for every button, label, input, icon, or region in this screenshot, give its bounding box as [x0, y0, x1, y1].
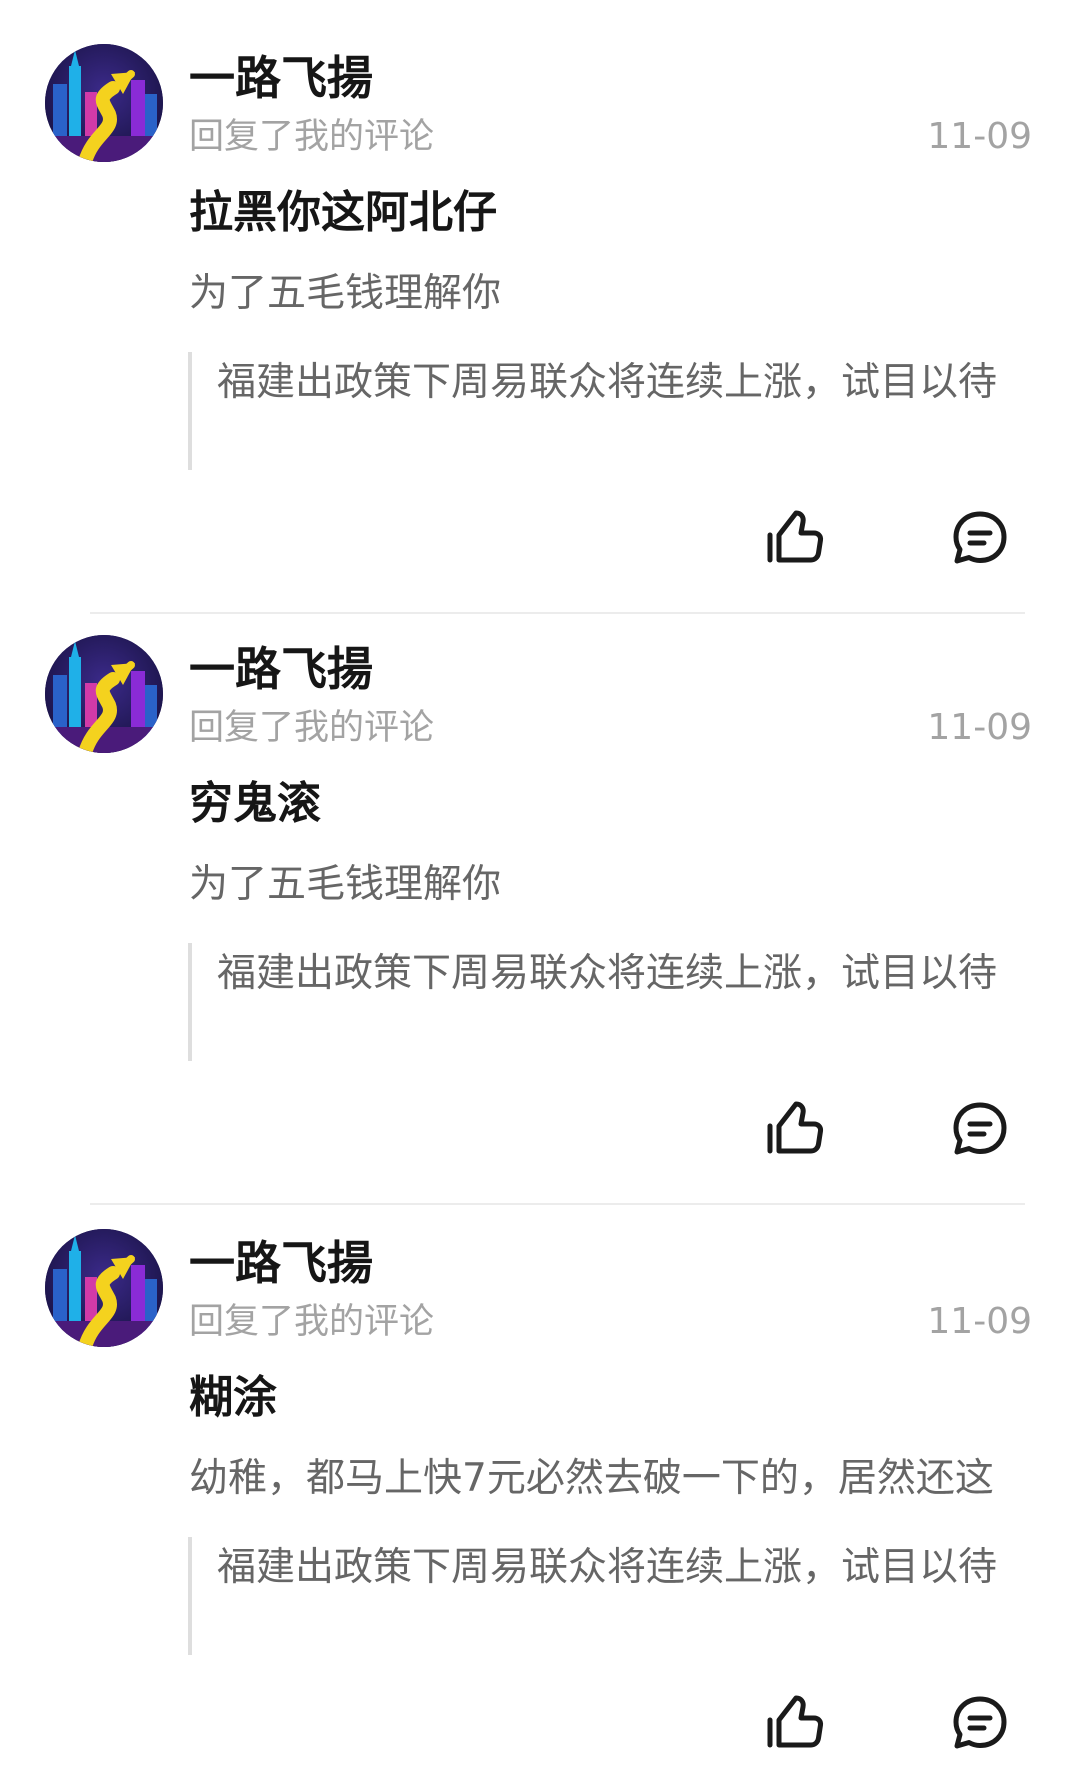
avatar-city-arrow-icon — [45, 44, 163, 162]
thumbs-up-icon — [767, 1695, 824, 1748]
quoted-comment[interactable]: 福建出政策下周易联众将连续上涨，试目以待 — [188, 943, 1023, 1061]
my-comment[interactable]: 为了五毛钱理解你 — [189, 859, 1031, 911]
username[interactable]: 一路飞揚 — [189, 48, 373, 108]
reply-content[interactable]: 穷鬼滚 — [189, 774, 321, 834]
action-label: 回复了我的评论 — [189, 708, 435, 748]
reply-list: 一路飞揚 回复了我的评论 11-09 拉黑你这阿北仔 为了五毛钱理解你 福建出政… — [0, 0, 1080, 1772]
quoted-comment[interactable]: 福建出政策下周易联众将连续上涨，试目以待 — [188, 352, 1023, 470]
action-label: 回复了我的评论 — [189, 1302, 435, 1342]
like-button[interactable] — [765, 508, 825, 568]
reply-item[interactable]: 一路飞揚 回复了我的评论 11-09 糊涂 幼稚，都马上快7元必然去破一下的，居… — [0, 1185, 1080, 1772]
like-button[interactable] — [765, 1099, 825, 1159]
reply-item[interactable]: 一路飞揚 回复了我的评论 11-09 穷鬼滚 为了五毛钱理解你 福建出政策下周易… — [0, 591, 1080, 1205]
reply-button[interactable] — [950, 1099, 1010, 1159]
username[interactable]: 一路飞揚 — [189, 639, 373, 699]
avatar[interactable] — [45, 1229, 163, 1347]
quoted-comment[interactable]: 福建出政策下周易联众将连续上涨，试目以待 — [188, 1537, 1023, 1655]
reply-date: 11-09 — [927, 1301, 1032, 1342]
username[interactable]: 一路飞揚 — [189, 1233, 373, 1293]
my-comment[interactable]: 为了五毛钱理解你 — [189, 268, 1031, 320]
comment-bubble-icon — [953, 1696, 1007, 1749]
reply-content[interactable]: 糊涂 — [189, 1368, 277, 1428]
reply-content[interactable]: 拉黑你这阿北仔 — [189, 183, 497, 243]
avatar[interactable] — [45, 44, 163, 162]
comment-bubble-icon — [953, 1102, 1007, 1155]
like-button[interactable] — [765, 1693, 825, 1753]
thumbs-up-icon — [767, 510, 824, 563]
reply-button[interactable] — [950, 1693, 1010, 1753]
reply-date: 11-09 — [927, 116, 1032, 157]
reply-date: 11-09 — [927, 707, 1032, 748]
comment-bubble-icon — [953, 511, 1007, 564]
action-label: 回复了我的评论 — [189, 117, 435, 157]
avatar-city-arrow-icon — [45, 1229, 163, 1347]
thumbs-up-icon — [767, 1101, 824, 1154]
avatar[interactable] — [45, 635, 163, 753]
reply-item[interactable]: 一路飞揚 回复了我的评论 11-09 拉黑你这阿北仔 为了五毛钱理解你 福建出政… — [0, 0, 1080, 614]
avatar-city-arrow-icon — [45, 635, 163, 753]
reply-button[interactable] — [950, 508, 1010, 568]
my-comment[interactable]: 幼稚，都马上快7元必然去破一下的，居然还这 — [189, 1453, 1031, 1505]
